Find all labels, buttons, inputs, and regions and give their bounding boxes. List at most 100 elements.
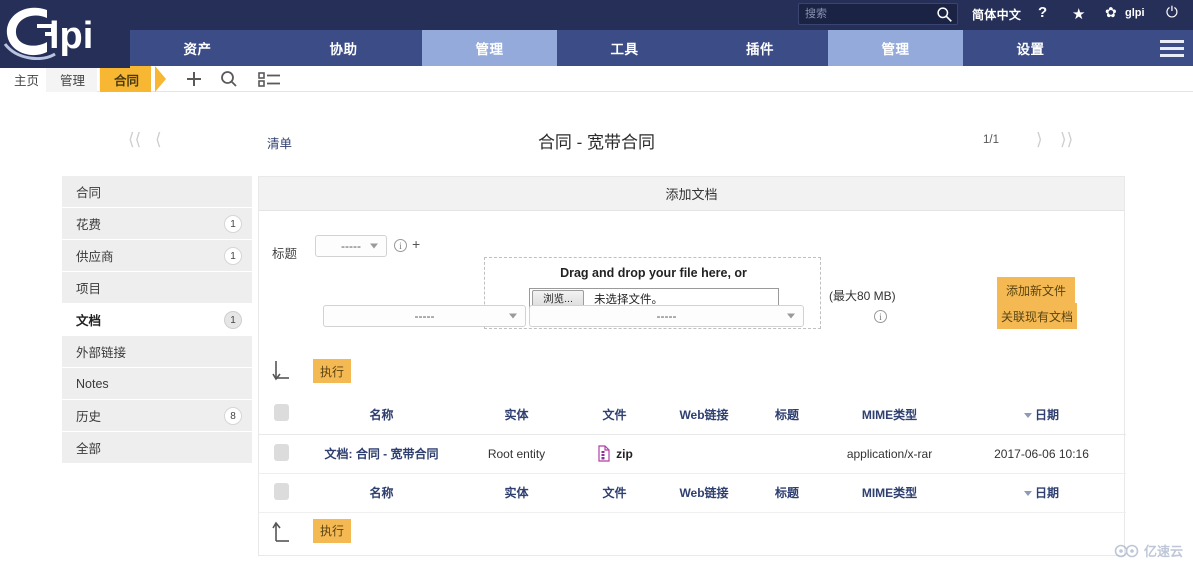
sidebar-item-history[interactable]: 历史 8 [62,400,252,432]
sidebar-item-label: 合同 [76,186,102,200]
nav-item-management[interactable]: 管理 [422,30,557,66]
sidebar-item-costs[interactable]: 花费 1 [62,208,252,240]
title-label: 标题 [272,247,298,261]
sidebar-badge: 1 [224,311,242,329]
cell-entity: Root entity [460,434,573,474]
col-mime-footer[interactable]: MIME类型 [862,486,917,500]
page-counter: 1/1 [983,134,999,146]
arrow-down-icon [272,361,289,381]
col-title-footer[interactable]: 标题 [775,486,799,500]
document-category-select[interactable]: ----- [323,305,526,327]
col-entity[interactable]: 实体 [460,395,573,435]
table-row[interactable]: 文档: 合同 - 宽带合同 Root entity zip applicatio… [259,434,1126,474]
sidebar-item-label: 全部 [76,442,102,456]
help-icon[interactable]: ? [1038,4,1047,21]
global-search[interactable] [798,3,958,25]
sort-desc-icon [1023,413,1032,419]
col-name-footer[interactable]: 名称 [369,486,393,500]
search-icon[interactable] [936,6,953,23]
sidebar-badge: 1 [224,247,242,265]
add-document-panel: 添加文档 标题 ----- i + Drag and drop your fil… [258,176,1126,556]
col-date[interactable]: 日期 [957,395,1126,435]
cell-title [752,434,822,474]
sidebar-item-all[interactable]: 全部 [62,432,252,464]
breadcrumb-item-management[interactable]: 管理 [46,66,98,92]
execute-bottom-button[interactable]: 执行 [313,518,351,543]
sidebar-item-label: 供应商 [76,250,114,264]
sort-desc-icon [1023,491,1032,497]
sidebar-item-label: 外部链接 [76,346,127,360]
breadcrumb: 主页 管理 合同 [0,66,1193,92]
watermark: 亿速云 [1114,541,1183,560]
list-icon[interactable] [258,68,282,90]
select-all-checkbox[interactable] [273,404,289,422]
title-select[interactable]: ----- [315,235,387,257]
add-file-form-row: 标题 ----- i + Drag and drop your file her… [259,211,1124,329]
execute-top-button[interactable]: 执行 [313,359,351,383]
sidebar-item-projects[interactable]: 项目 [62,272,252,304]
next-page-button[interactable]: ⟩ [1036,130,1043,150]
dropzone-text: Drag and drop your file here, or [560,266,747,280]
row-checkbox[interactable] [273,443,289,461]
nav-item-assistance[interactable]: 协助 [265,30,422,66]
breadcrumb-item-contract[interactable]: 合同 [100,66,152,92]
title-row: ⟨⟨ ⟨ 清单 合同 - 宽带合同 1/1 ⟩ ⟩⟩ [0,120,1193,168]
nav-item-settings[interactable]: 设置 [963,30,1098,66]
table-footer-row: 名称 实体 文件 Web链接 标题 MIME类型 日期 [259,473,1126,513]
favorites-star-icon[interactable]: ★ [1072,5,1085,23]
link-existing-document-button[interactable]: 关联现有文档 [997,303,1077,329]
page-title: 合同 - 宽带合同 [537,133,656,152]
title-select-value: ----- [341,239,361,253]
col-weblink-footer[interactable]: Web链接 [679,486,728,500]
col-file[interactable]: 文件 [573,395,656,435]
cell-date: 2017-06-06 10:16 [957,434,1126,474]
documents-table: 名称 实体 文件 Web链接 标题 MIME类型 日期 文档: 合同 - 宽带合… [259,395,1126,513]
existing-document-select[interactable]: ----- [529,305,804,327]
existing-document-value: ----- [656,309,677,323]
document-name-link[interactable]: 文档: 合同 - 宽带合同 [325,447,439,461]
search-icon[interactable] [219,68,239,90]
app-logo[interactable]: lpi [0,0,130,68]
file-name[interactable]: zip [616,447,633,461]
link-document-form-row: ----- ----- i 关联现有文档 [259,295,1124,353]
user-menu[interactable]: glpi [1125,7,1145,19]
col-mime[interactable]: MIME类型 [822,395,957,435]
last-page-button[interactable]: ⟩⟩ [1060,130,1073,150]
main-nav: 资产 协助 管理 工具 插件 管理 设置 [0,30,1193,66]
sidebar-item-notes[interactable]: Notes [62,368,252,400]
col-title[interactable]: 标题 [752,395,822,435]
nav-item-plugins[interactable]: 插件 [692,30,828,66]
hamburger-menu-icon[interactable] [1150,30,1193,66]
execute-top-row: 执行 [259,353,1124,395]
language-selector[interactable]: 简体中文 [972,6,1021,23]
sidebar-item-external-links[interactable]: 外部链接 [62,336,252,368]
col-date-footer[interactable]: 日期 [957,473,1126,513]
panel-heading: 添加文档 [259,177,1124,211]
nav-item-tools[interactable]: 工具 [557,30,692,66]
search-input[interactable] [805,4,931,24]
plus-icon[interactable] [184,68,204,90]
sidebar-badge: 8 [224,407,242,425]
sidebar-badge: 1 [224,215,242,233]
col-weblink[interactable]: Web链接 [656,395,752,435]
power-icon[interactable]: ⏻ [1166,4,1178,21]
cell-weblink [656,434,752,474]
sidebar-item-documents[interactable]: 文档 1 [62,304,252,336]
sidebar-item-suppliers[interactable]: 供应商 1 [62,240,252,272]
add-title-plus-icon[interactable]: + [412,236,420,252]
glpi-logo-icon: lpi [3,7,93,60]
sidebar-item-label: 文档 [76,314,102,328]
nav-item-admin[interactable]: 管理 [828,30,963,66]
gear-icon[interactable]: ✿ [1105,4,1117,21]
col-file-footer[interactable]: 文件 [602,486,626,500]
select-all-checkbox-footer[interactable] [273,482,289,500]
execute-bottom-row: 执行 [259,513,1124,555]
cell-mime: application/x-rar [822,434,957,474]
col-name[interactable]: 名称 [303,395,460,435]
sidebar-item-contract[interactable]: 合同 [62,176,252,208]
col-entity-footer[interactable]: 实体 [504,486,528,500]
info-icon[interactable]: i [874,310,887,323]
table-header-row: 名称 实体 文件 Web链接 标题 MIME类型 日期 [259,395,1126,435]
nav-item-assets[interactable]: 资产 [130,30,265,66]
info-icon[interactable]: i [394,239,407,252]
